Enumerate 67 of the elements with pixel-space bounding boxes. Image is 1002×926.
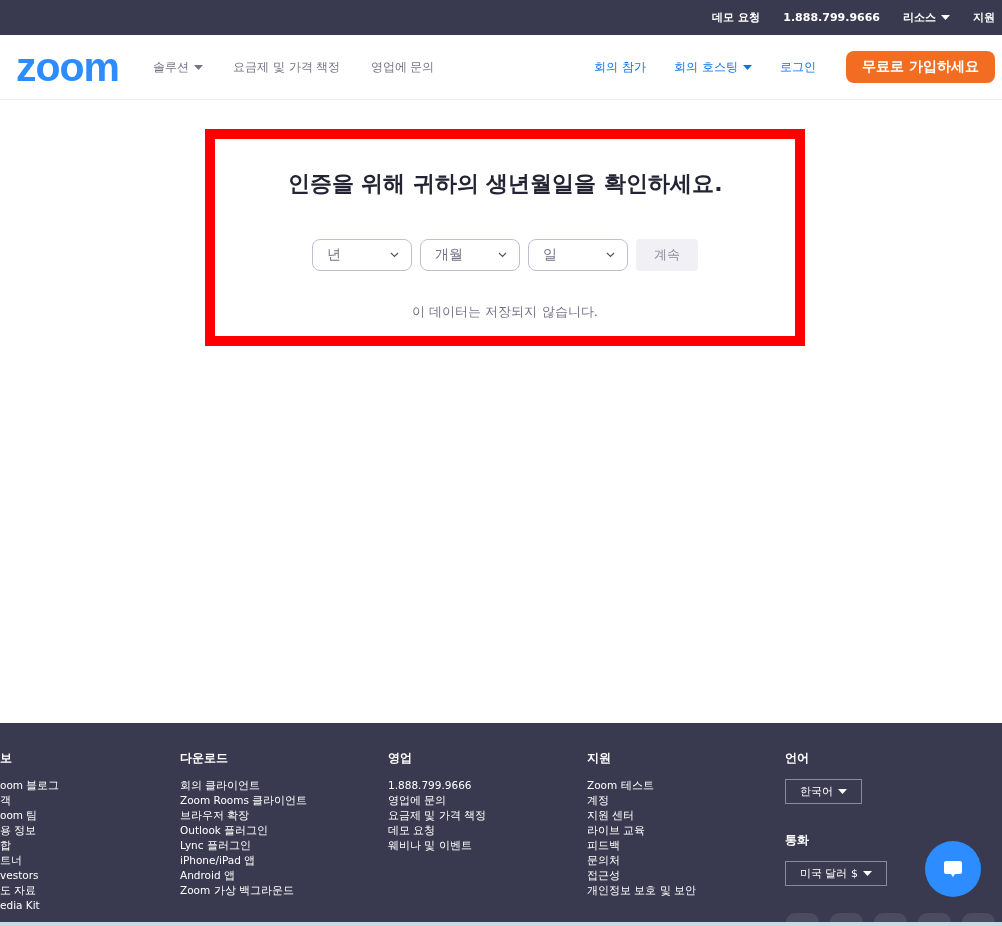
date-select[interactable]: 일 xyxy=(528,239,628,271)
footer-link[interactable]: Zoom 테스트 xyxy=(587,778,785,793)
footer-link[interactable]: Zoom 가상 백그라운드 xyxy=(180,883,388,898)
nav-link[interactable]: 요금제 및 가격 책정 xyxy=(233,58,341,76)
footer-link[interactable]: oom 블로그 xyxy=(0,778,180,793)
date-select[interactable]: 개월 xyxy=(420,239,520,271)
footer-link[interactable]: edia Kit xyxy=(0,898,180,913)
chevron-icon xyxy=(498,252,507,258)
footer-link[interactable]: Android 앱 xyxy=(180,868,388,883)
footer-link[interactable]: 개인정보 보호 및 보안 xyxy=(587,883,785,898)
nav-link[interactable]: 회의 참가 xyxy=(594,58,647,76)
top-link[interactable]: 지원 xyxy=(973,10,995,25)
footer-link[interactable]: 합 xyxy=(0,838,180,853)
chevron-icon xyxy=(390,252,399,258)
footer-link[interactable]: 지원 센터 xyxy=(587,808,785,823)
nav-link[interactable]: 솔루션 xyxy=(153,58,204,76)
nav-link[interactable]: 회의 호스팅 xyxy=(674,58,753,76)
footer-heading: 언어 xyxy=(785,750,810,766)
footer-link[interactable]: 도 자료 xyxy=(0,883,180,898)
caret-icon xyxy=(838,789,847,794)
dropdown-button[interactable]: 한국어 xyxy=(785,779,862,804)
footer-link[interactable]: 브라우저 확장 xyxy=(180,808,388,823)
footer-link[interactable]: vestors xyxy=(0,868,180,883)
chevron-icon xyxy=(606,252,615,258)
footer-link[interactable]: 회의 클라이언트 xyxy=(180,778,388,793)
footer-link[interactable]: Outlook 플러그인 xyxy=(180,823,388,838)
nav-link[interactable]: 로그인 xyxy=(780,58,817,76)
social-icon[interactable] xyxy=(786,913,819,922)
footer-link[interactable]: 접근성 xyxy=(587,868,785,883)
footer-link[interactable]: 웨비나 및 이벤트 xyxy=(388,838,587,853)
footer-link[interactable]: 용 정보 xyxy=(0,823,180,838)
footer-heading: 다운로드 xyxy=(180,750,229,766)
caret-icon xyxy=(863,871,872,876)
footer-link[interactable]: 1.888.799.9666 xyxy=(388,778,587,793)
caret-icon xyxy=(743,64,753,70)
footer-heading: 통화 xyxy=(785,832,810,848)
footer-link[interactable]: oom 팀 xyxy=(0,808,180,823)
footer-link[interactable]: Lync 플러그인 xyxy=(180,838,388,853)
caret-icon xyxy=(941,15,950,20)
footer-link[interactable]: 영업에 문의 xyxy=(388,793,587,808)
social-icon[interactable] xyxy=(874,913,907,922)
footer-link[interactable]: 트너 xyxy=(0,853,180,868)
footer-link[interactable]: 데모 요청 xyxy=(388,823,587,838)
dropdown-button[interactable]: 미국 달러 $ xyxy=(785,861,887,886)
footer-link[interactable]: 문의처 xyxy=(587,853,785,868)
footer-link[interactable]: Zoom Rooms 클라이언트 xyxy=(180,793,388,808)
footer-link[interactable]: 요금제 및 가격 책정 xyxy=(388,808,587,823)
nav-link[interactable]: 영업에 문의 xyxy=(370,58,435,76)
footer-heading: 보 xyxy=(0,750,13,766)
caret-icon xyxy=(194,64,204,70)
date-select[interactable]: 년 xyxy=(312,239,412,271)
social-icon[interactable] xyxy=(962,913,995,922)
top-link[interactable]: 1.888.799.9666 xyxy=(783,11,880,24)
footer-link[interactable]: 피드백 xyxy=(587,838,785,853)
footer-link[interactable]: 계정 xyxy=(587,793,785,808)
footer-link[interactable]: iPhone/iPad 앱 xyxy=(180,853,388,868)
page-title: 인증을 위해 귀하의 생년월일을 확인하세요. xyxy=(287,170,723,198)
chat-bubble-icon xyxy=(943,859,963,879)
social-icon[interactable] xyxy=(830,913,863,922)
social-icon[interactable] xyxy=(918,913,951,922)
privacy-note: 이 데이터는 저장되지 않습니다. xyxy=(412,303,598,321)
top-link[interactable]: 리소스 xyxy=(903,10,950,25)
top-link[interactable]: 데모 요청 xyxy=(712,10,761,25)
footer-heading: 영업 xyxy=(388,750,413,766)
footer-heading: 지원 xyxy=(587,750,612,766)
footer-link[interactable]: 객 xyxy=(0,793,180,808)
footer-link[interactable]: 라이브 교육 xyxy=(587,823,785,838)
